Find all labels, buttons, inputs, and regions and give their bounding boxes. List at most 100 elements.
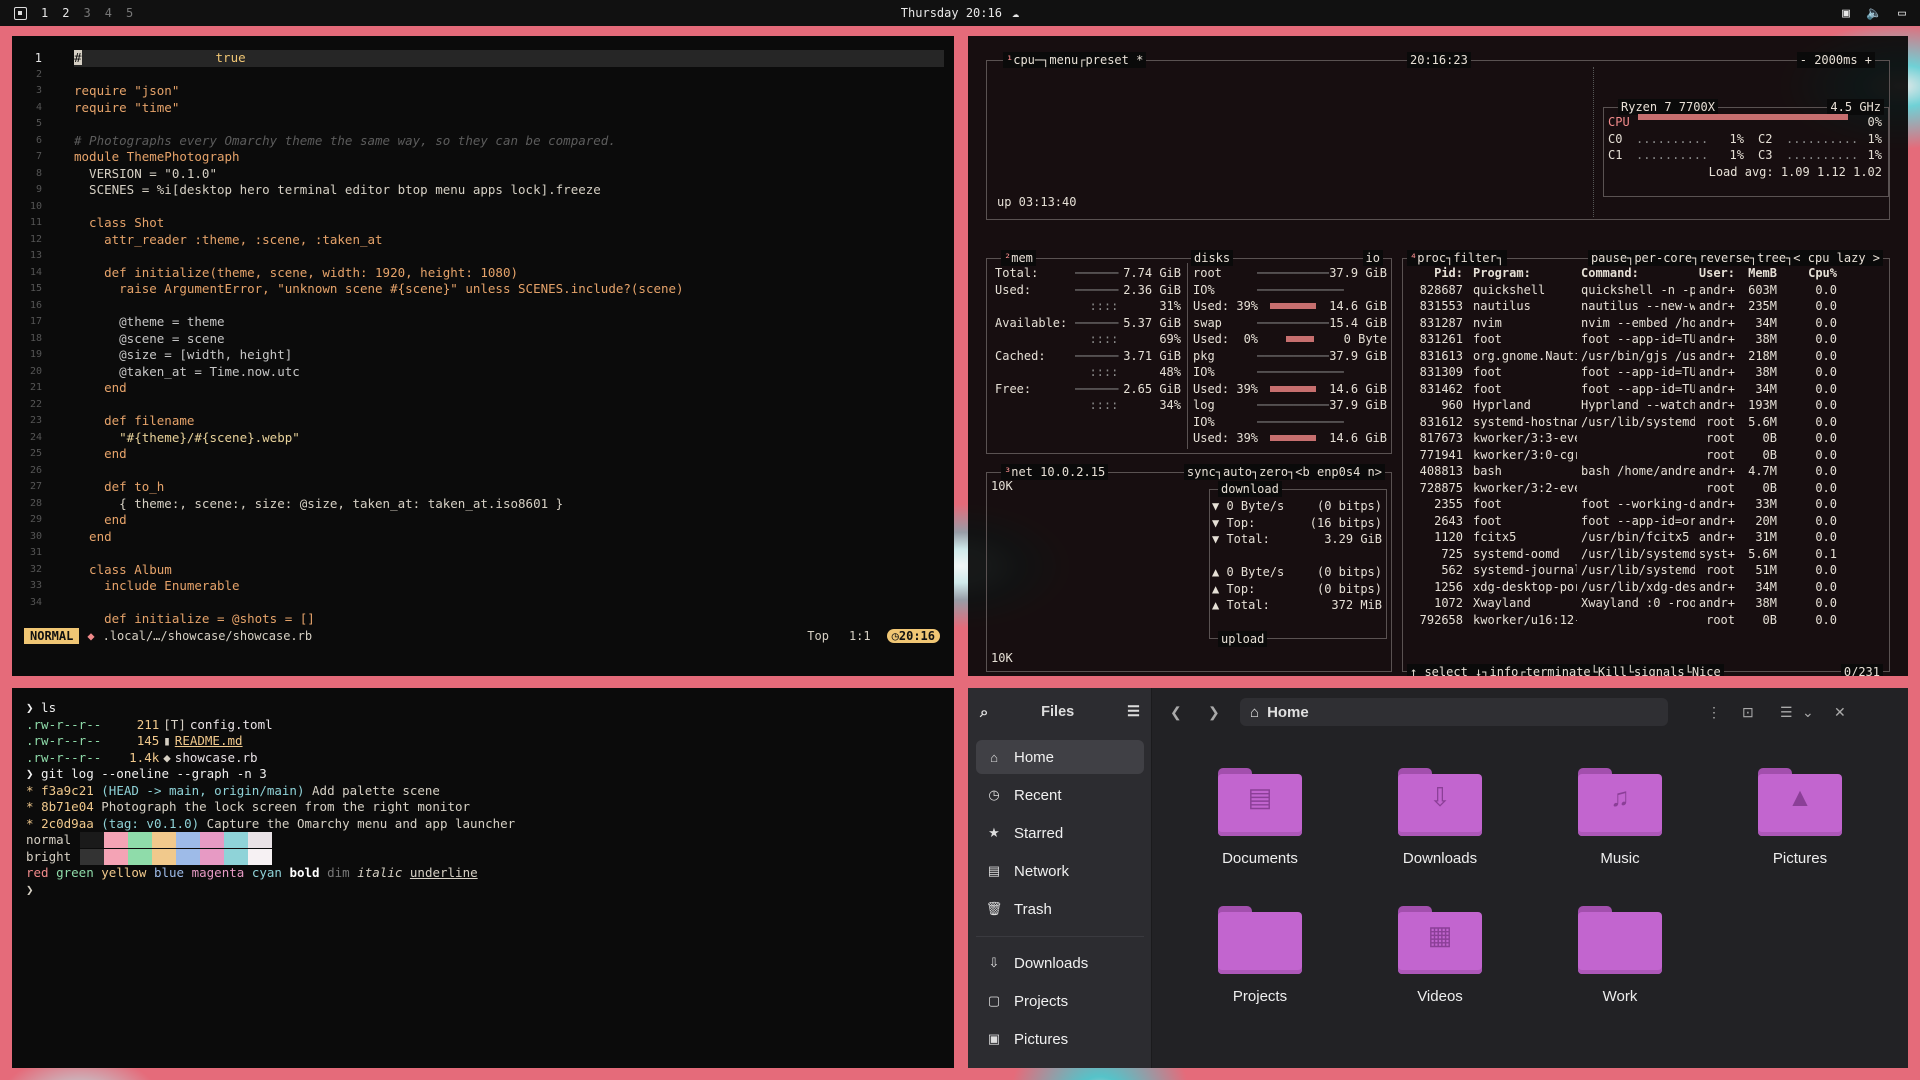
table-row[interactable]: 1256xdg-desktop-por/usr/lib/xdg-desktand… — [1407, 579, 1883, 596]
code-line[interactable]: raise ArgumentError, "unknown scene #{sc… — [74, 281, 944, 298]
neovim-window[interactable]: 1 2 3 4 5 6 7 8 9 10 11 12 13 14 15 16 17 18 19 20 21 22 23 24 2… — [12, 36, 954, 676]
code-line[interactable]: @taken_at = Time.now.utc — [74, 364, 944, 381]
table-row[interactable]: 2643footfoot --app-id=org.andr+20M0.0 — [1407, 513, 1883, 530]
path-menu-icon[interactable]: ⋮ — [1707, 704, 1721, 721]
table-row[interactable]: 828687quickshellquickshell -n -p /andr+6… — [1407, 282, 1883, 299]
folder-pictures[interactable]: ▲ Pictures — [1740, 768, 1860, 878]
close-icon[interactable]: ✕ — [1834, 704, 1846, 721]
folder-music[interactable]: ♫ Music — [1560, 768, 1680, 878]
folder-downloads[interactable]: ⇩ Downloads — [1380, 768, 1500, 878]
bookmark-pictures[interactable]: ▣ Pictures — [976, 1022, 1144, 1056]
bookmark-projects[interactable]: ▢ Projects — [976, 984, 1144, 1018]
folder-projects[interactable]: Projects — [1200, 906, 1320, 1016]
table-row[interactable]: 831261footfoot --app-id=TUI.andr+38M0.0 — [1407, 331, 1883, 348]
code-line[interactable]: class Album — [74, 562, 944, 579]
path-bar[interactable]: ⌂ Home — [1240, 698, 1668, 726]
forward-icon[interactable]: ❯ — [1208, 704, 1220, 721]
table-row[interactable]: 831287nvimnvim --embed /homeandr+34M0.0 — [1407, 315, 1883, 332]
proc-footer[interactable]: ↑ select ↓┐info┌terminate└Kill└signals└N… — [1407, 664, 1724, 676]
monitor-icon[interactable]: ▭ — [1898, 6, 1906, 21]
code-line[interactable]: VERSION = "0.1.0" — [74, 166, 944, 183]
code-line[interactable]: def initialize = @shots = [] — [74, 611, 944, 628]
cpu-tabs[interactable]: ¹cpu─┐menu┌preset * — [1003, 52, 1147, 68]
table-row[interactable]: 771941kworker/3:0-cgroroot0B0.0 — [1407, 447, 1883, 464]
code-line[interactable]: def to_h — [74, 479, 944, 496]
code-line[interactable]: @theme = theme — [74, 314, 944, 331]
code-line[interactable] — [74, 595, 944, 612]
code-line[interactable] — [74, 545, 944, 562]
volume-icon[interactable]: 🔈 — [1866, 6, 1882, 21]
search-icon[interactable]: ⌕ — [980, 704, 988, 721]
table-row[interactable]: 1072XwaylandXwayland :0 -rootlandr+38M0.… — [1407, 595, 1883, 612]
code-line[interactable]: class Shot — [74, 215, 944, 232]
code-line[interactable] — [74, 463, 944, 480]
code-line[interactable]: "#{theme}/#{scene}.webp" — [74, 430, 944, 447]
code-line[interactable]: def initialize(theme, scene, width: 1920… — [74, 265, 944, 282]
code-line[interactable]: module ThemePhotograph — [74, 149, 944, 166]
table-row[interactable]: 728875kworker/3:2-evenroot0B0.0 — [1407, 480, 1883, 497]
code-line[interactable]: attr_reader :theme, :scene, :taken_at — [74, 232, 944, 249]
table-row[interactable]: 960HyprlandHyprland --watchdoandr+193M0.… — [1407, 397, 1883, 414]
back-icon[interactable]: ❮ — [1170, 704, 1182, 721]
code-line[interactable]: include Enumerable — [74, 578, 944, 595]
code-line[interactable] — [74, 67, 944, 84]
table-row[interactable]: 1120fcitx5/usr/bin/fcitx5 --andr+31M0.0 — [1407, 529, 1883, 546]
code-buffer[interactable]: # true require "json" require "time" # Photo… — [74, 50, 944, 628]
code-line[interactable] — [74, 116, 944, 133]
folder-work[interactable]: Work — [1560, 906, 1680, 1016]
proc-options[interactable]: pause┐per-core┐reverse┐tree┐< cpu lazy > — [1587, 250, 1883, 266]
process-table[interactable]: Pid: Program: Command: User: MemB Cpu% 828687 q… — [1407, 265, 1883, 628]
table-row[interactable]: 2355footfoot --working-dirandr+33M0.0 — [1407, 496, 1883, 513]
view-list-icon[interactable]: ☰ — [1780, 704, 1793, 721]
code-line[interactable]: SCENES = %i[desktop hero terminal editor… — [74, 182, 944, 199]
sidebar-item-trash[interactable]: 🗑 Trash — [976, 892, 1144, 926]
code-line[interactable]: end — [74, 512, 944, 529]
code-line[interactable]: require "json" — [74, 83, 944, 100]
update-interval[interactable]: - 2000ms + — [1796, 52, 1875, 68]
display-icon[interactable]: ▣ — [1842, 6, 1850, 21]
code-line[interactable] — [74, 397, 944, 414]
io-toggle[interactable]: io — [1362, 250, 1383, 266]
code-line[interactable] — [74, 199, 944, 216]
menu-icon[interactable]: ☰ — [1127, 704, 1140, 720]
btop-window[interactable]: ¹cpu─┐menu┌preset * 20:16:23 - 2000ms + … — [968, 36, 1908, 676]
code-line[interactable]: end — [74, 380, 944, 397]
new-folder-icon[interactable]: ⊡ — [1742, 704, 1754, 721]
table-row[interactable]: 792658kworker/u16:12-broot0B0.0 — [1407, 612, 1883, 629]
code-line[interactable]: @scene = scene — [74, 331, 944, 348]
cloud-icon[interactable]: ☁ — [1012, 6, 1019, 20]
code-line[interactable]: end — [74, 446, 944, 463]
sidebar-item-home[interactable]: ⌂ Home — [976, 740, 1144, 774]
sidebar-item-starred[interactable]: ★ Starred — [976, 816, 1144, 850]
proc-column-headers[interactable]: Pid: Program: Command: User: MemB Cpu% — [1407, 265, 1883, 282]
code-line[interactable] — [74, 298, 944, 315]
code-line[interactable]: # true — [74, 50, 944, 67]
proc-header[interactable]: ⁴proc┐filter┐ — [1407, 250, 1507, 266]
folder-videos[interactable]: ▦ Videos — [1380, 906, 1500, 1016]
code-line[interactable]: require "time" — [74, 100, 944, 117]
table-row[interactable]: 831309footfoot --app-id=TUI.andr+38M0.0 — [1407, 364, 1883, 381]
table-row[interactable]: 725systemd-oomd/usr/lib/systemd/ssyst+5.… — [1407, 546, 1883, 563]
clock[interactable]: Thursday 20:16 — [901, 6, 1002, 20]
code-line[interactable]: def filename — [74, 413, 944, 430]
table-row[interactable]: 817673kworker/3:3-evenroot0B0.0 — [1407, 430, 1883, 447]
table-row[interactable]: 831553nautilusnautilus --new-winandr+235… — [1407, 298, 1883, 315]
code-line[interactable]: end — [74, 529, 944, 546]
code-line[interactable]: # Photographs every Omarchy theme the sa… — [74, 133, 944, 150]
folder-documents[interactable]: ▤ Documents — [1200, 768, 1320, 878]
table-row[interactable]: 831612systemd-hostnam/usr/lib/systemd/sr… — [1407, 414, 1883, 431]
net-options[interactable]: sync┐auto┐zero┐<b enp0s4 n> — [1183, 464, 1385, 480]
table-row[interactable]: 562systemd-journal/usr/lib/systemd/sroot… — [1407, 562, 1883, 579]
terminal-window[interactable]: ❯ ls .rw-r--r-- 211 [T] config.toml .rw-r--r-… — [12, 688, 954, 1068]
sidebar-item-recent[interactable]: ◷ Recent — [976, 778, 1144, 812]
bookmark-downloads[interactable]: ⇩ Downloads — [976, 946, 1144, 980]
sidebar-item-network[interactable]: ▤ Network — [976, 854, 1144, 888]
code-line[interactable] — [74, 248, 944, 265]
table-row[interactable]: 408813bashbash /home/andreasandr+4.7M0.0 — [1407, 463, 1883, 480]
table-row[interactable]: 831462footfoot --app-id=TUI.andr+34M0.0 — [1407, 381, 1883, 398]
code-line[interactable]: { theme:, scene:, size: @size, taken_at:… — [74, 496, 944, 513]
view-options-icon[interactable]: ⌄ — [1802, 704, 1814, 721]
code-line[interactable]: @size = [width, height] — [74, 347, 944, 364]
files-window[interactable]: ⌕ Files ☰ ⌂ Home ◷ Recent ★ Starred ▤ Network 🗑 T… — [968, 688, 1908, 1068]
table-row[interactable]: 831613org.gnome.Nauti/usr/bin/gjs /usr/a… — [1407, 348, 1883, 365]
